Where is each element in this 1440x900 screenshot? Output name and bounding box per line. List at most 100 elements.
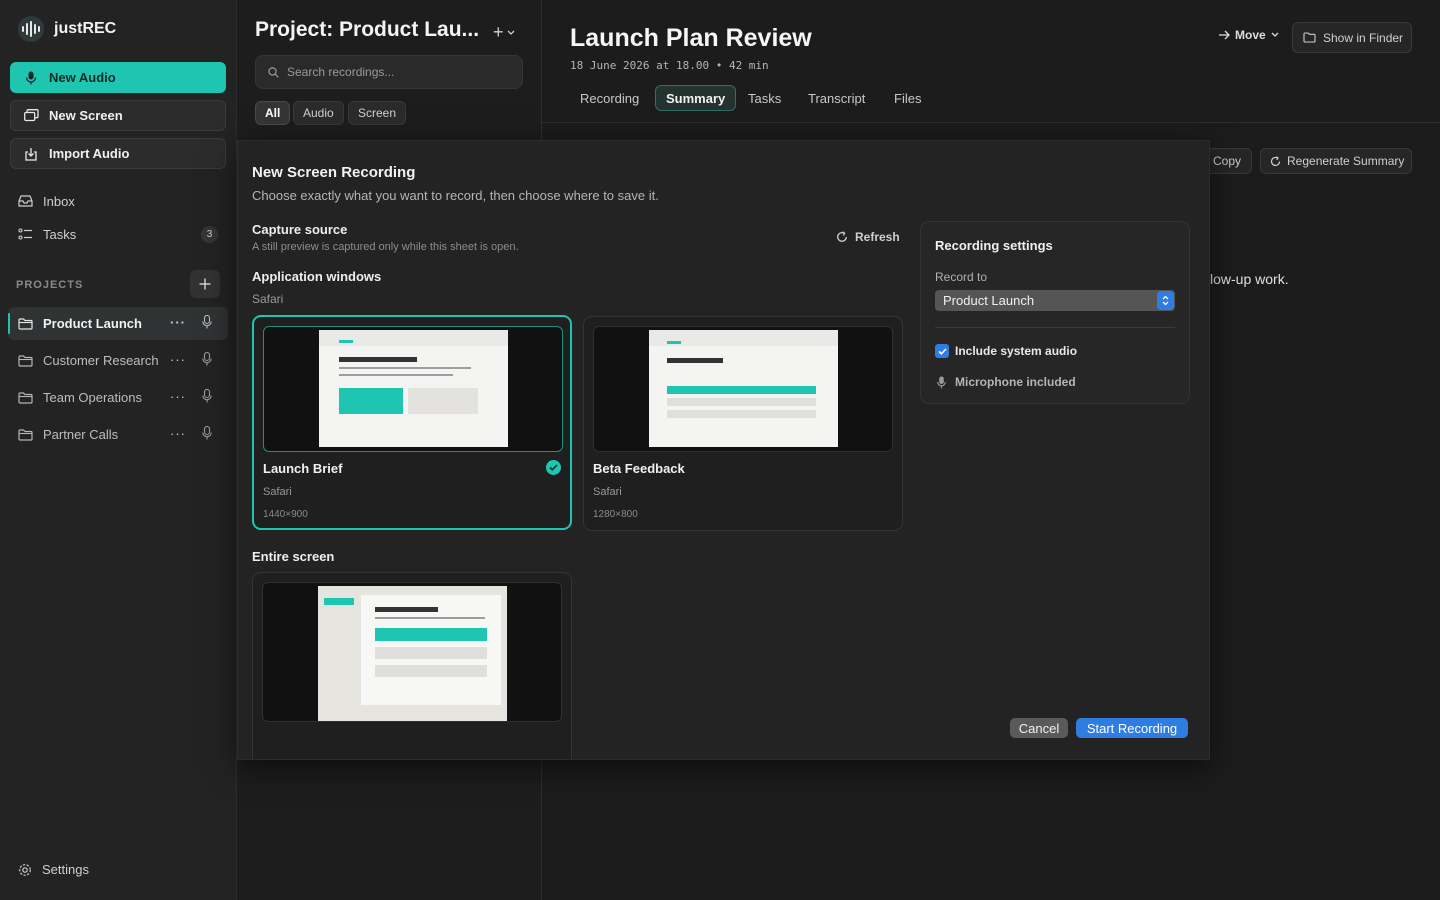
divider — [542, 122, 1440, 123]
microphone-icon — [937, 376, 946, 389]
tab-files[interactable]: Files — [884, 85, 931, 111]
plus-icon — [199, 278, 211, 290]
microphone-icon — [23, 70, 39, 86]
window-dimensions: 1280×800 — [593, 509, 638, 520]
nav-item-tasks[interactable]: Tasks 3 — [10, 220, 226, 248]
gear-icon — [18, 863, 32, 877]
regenerate-summary-button[interactable]: Regenerate Summary — [1260, 148, 1412, 174]
window-app: Safari — [263, 486, 292, 498]
refresh-icon — [1270, 155, 1281, 167]
window-dimensions: 1440×900 — [263, 509, 308, 520]
more-icon[interactable]: ··· — [170, 426, 186, 441]
search-input[interactable]: Search recordings... — [255, 55, 523, 89]
start-recording-button[interactable]: Start Recording — [1076, 718, 1188, 738]
record-microphone-icon[interactable] — [202, 315, 212, 329]
filter-screen[interactable]: Screen — [348, 101, 407, 125]
chevron-down-icon — [1271, 32, 1279, 38]
entire-screen-heading: Entire screen — [252, 549, 335, 564]
show-in-finder-label: Show in Finder — [1323, 30, 1404, 45]
add-project-button[interactable] — [190, 270, 220, 298]
import-audio-label: Import Audio — [49, 146, 130, 161]
tab-tasks[interactable]: Tasks — [738, 85, 791, 111]
window-preview — [263, 326, 563, 452]
sheet-subtitle: Choose exactly what you want to record, … — [252, 188, 659, 203]
project-item-product-launch[interactable]: Product Launch ··· — [8, 307, 228, 340]
folder-icon — [18, 354, 33, 367]
project-item-customer-research[interactable]: Customer Research ··· — [8, 344, 228, 377]
nav-item-inbox[interactable]: Inbox — [10, 187, 226, 215]
tasks-count-badge: 3 — [201, 226, 218, 243]
microphone-status: Microphone included — [937, 375, 1076, 389]
new-audio-button[interactable]: New Audio — [10, 62, 226, 93]
import-icon — [23, 146, 39, 162]
capture-source-note: A still preview is captured only while t… — [252, 241, 519, 253]
more-icon[interactable]: ··· — [170, 389, 186, 404]
selected-check-icon — [546, 460, 561, 475]
recording-meta: 18 June 2026 at 18.00 • 42 min — [570, 59, 769, 72]
refresh-button[interactable]: Refresh — [836, 230, 900, 244]
nav-item-label: Tasks — [43, 226, 77, 242]
inbox-icon — [18, 195, 33, 207]
settings-button[interactable]: Settings — [18, 862, 89, 877]
divider — [935, 327, 1175, 328]
settings-label: Settings — [42, 862, 89, 877]
window-card-beta-feedback[interactable]: Beta Feedback Safari 1280×800 — [583, 316, 903, 531]
project-label: Product Launch — [43, 316, 142, 331]
record-microphone-icon[interactable] — [202, 426, 212, 440]
new-screen-label: New Screen — [49, 108, 123, 123]
record-to-label: Record to — [935, 270, 988, 284]
more-icon[interactable]: ··· — [170, 352, 186, 367]
screen-preview — [262, 582, 562, 722]
application-group-label: Safari — [252, 292, 284, 306]
folder-icon — [18, 391, 33, 404]
project-item-team-operations[interactable]: Team Operations ··· — [8, 381, 228, 414]
new-recording-menu-button[interactable]: + — [493, 22, 515, 43]
window-app: Safari — [593, 486, 622, 498]
folder-icon — [18, 317, 33, 330]
include-system-audio-checkbox[interactable]: Include system audio — [935, 344, 1077, 358]
recording-settings-heading: Recording settings — [935, 238, 1053, 253]
window-card-launch-brief[interactable]: Launch Brief Safari 1440×900 — [252, 315, 572, 530]
chevron-down-icon — [507, 30, 515, 36]
plus-icon: + — [493, 22, 504, 42]
filter-audio[interactable]: Audio — [293, 101, 344, 125]
summary-text: low-up work. — [1210, 271, 1289, 287]
project-label: Team Operations — [43, 390, 142, 405]
filter-all[interactable]: All — [255, 101, 291, 125]
entire-screen-card[interactable] — [252, 572, 572, 759]
recording-title: Launch Plan Review — [570, 24, 812, 52]
sidebar: justREC New Audio New Screen Import Audi… — [0, 0, 237, 900]
window-preview — [593, 326, 893, 452]
tab-summary[interactable]: Summary — [655, 85, 737, 111]
more-icon[interactable]: ··· — [170, 315, 186, 330]
microphone-label: Microphone included — [955, 375, 1076, 389]
record-microphone-icon[interactable] — [202, 389, 212, 403]
cancel-button[interactable]: Cancel — [1010, 718, 1068, 738]
tab-recording[interactable]: Recording — [570, 85, 649, 111]
project-label: Customer Research — [43, 353, 159, 368]
record-to-value: Product Launch — [943, 293, 1035, 308]
tab-transcript[interactable]: Transcript — [798, 85, 875, 111]
waveform-logo-icon — [18, 16, 44, 42]
regenerate-label: Regenerate Summary — [1287, 154, 1405, 168]
recording-settings-panel: Recording settings Record to Product Lau… — [920, 221, 1190, 404]
chevron-up-down-icon — [1157, 291, 1174, 310]
import-audio-button[interactable]: Import Audio — [10, 138, 226, 169]
arrow-right-icon — [1218, 30, 1230, 40]
move-button[interactable]: Move — [1218, 28, 1279, 42]
search-icon — [268, 66, 279, 78]
project-title: Project: Product Lau... — [255, 18, 480, 41]
folder-icon — [18, 428, 33, 441]
new-screen-recording-sheet: New Screen Recording Choose exactly what… — [237, 140, 1210, 760]
screen-icon — [23, 108, 39, 124]
record-to-select[interactable]: Product Launch — [935, 290, 1175, 311]
record-microphone-icon[interactable] — [202, 352, 212, 366]
new-screen-button[interactable]: New Screen — [10, 100, 226, 131]
application-windows-heading: Application windows — [252, 269, 382, 284]
refresh-label: Refresh — [855, 230, 900, 244]
show-in-finder-button[interactable]: Show in Finder — [1292, 22, 1412, 53]
folder-icon — [1303, 32, 1316, 43]
project-item-partner-calls[interactable]: Partner Calls ··· — [8, 418, 228, 451]
new-audio-label: New Audio — [49, 70, 116, 85]
capture-source-heading: Capture source — [252, 222, 348, 237]
